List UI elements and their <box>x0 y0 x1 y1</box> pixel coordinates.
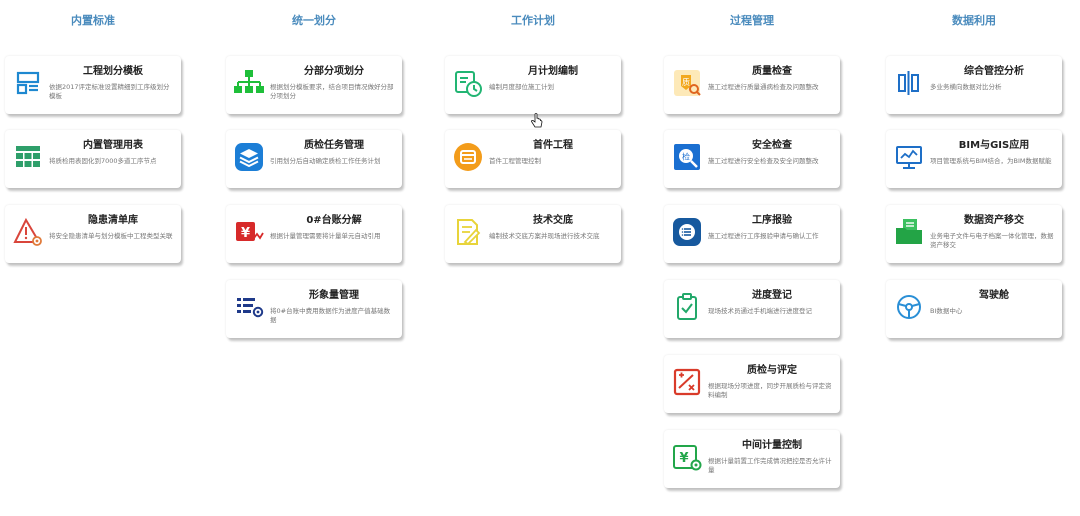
column-title: 过程管理 <box>730 14 774 27</box>
steering-wheel-icon <box>893 291 925 323</box>
card-desc: 编制月度部位施工计划 <box>489 83 554 91</box>
column-title: 工作计划 <box>511 14 555 27</box>
card-title: 工程划分模板 <box>83 66 143 77</box>
card-hazard-list[interactable]: 隐患清单库 将安全隐患清单与划分模板中工程类型关联 <box>5 205 181 263</box>
card-desc: 施工过程进行安全检查及安全问题整改 <box>708 157 819 165</box>
card-desc: 编制技术交底方案并现场进行技术交底 <box>489 232 600 240</box>
card-desc: 施工过程进行工序报验申请与确认工作 <box>708 232 819 240</box>
column-title: 数据利用 <box>952 14 996 27</box>
card-desc: BI数据中心 <box>930 307 963 315</box>
card-desc: 业务电子文件与电子档案一体化管理，数据资产移交 <box>930 232 1054 249</box>
card-title: 中间计量控制 <box>742 440 802 451</box>
card-data-asset-transfer[interactable]: 数据资产移交 业务电子文件与电子档案一体化管理，数据资产移交 <box>886 205 1062 263</box>
card-desc: 现场技术员通过手机端进行进度登记 <box>708 307 812 315</box>
card-qc-task[interactable]: 质检任务管理 引用划分后自动确定质检工作任务计划 <box>226 130 402 188</box>
card-desc: 多业务横向数据对比分析 <box>930 83 1002 91</box>
card-title: 质量检查 <box>752 66 792 77</box>
card-tech-briefing[interactable]: 技术交底 编制技术交底方案并现场进行技术交底 <box>445 205 621 263</box>
list-gear-icon <box>233 291 265 323</box>
card-title: 质检与评定 <box>747 365 797 376</box>
card-process-inspection[interactable]: 工序报验 施工过程进行工序报验申请与确认工作 <box>664 205 840 263</box>
card-desc: 根据现场分项进度，同步开展质检与评定资料编制 <box>708 382 832 399</box>
clipboard-check-icon <box>671 291 703 323</box>
evaluate-icon <box>671 366 703 398</box>
card-qc-evaluation[interactable]: 质检与评定 根据现场分项进度，同步开展质检与评定资料编制 <box>664 355 840 413</box>
card-desc: 将质检用表固化到7000多道工序节点 <box>49 157 157 165</box>
card-bim-gis[interactable]: BIM与GIS应用 项目管理系统与BIM结合，为BIM数据赋能 <box>886 130 1062 188</box>
card-title: 工序报验 <box>752 215 792 226</box>
card-title: 安全检查 <box>752 140 792 151</box>
card-desc: 根据划分模板要求，结合项目情况做好分部分项划分 <box>270 83 394 100</box>
template-layout-icon <box>12 67 44 99</box>
card-title: 驾驶舱 <box>979 290 1009 301</box>
card-monthly-plan[interactable]: 月计划编制 编制月度部位施工计划 <box>445 56 621 114</box>
card-desc: 项目管理系统与BIM结合，为BIM数据赋能 <box>930 157 1052 165</box>
columns-compare-icon <box>893 67 925 99</box>
card-title: 质检任务管理 <box>304 140 364 151</box>
warning-gear-icon <box>12 216 44 248</box>
monitor-chart-icon <box>893 141 925 173</box>
card-title: 内置管理用表 <box>83 140 143 151</box>
card-builtin-forms[interactable]: 内置管理用表 将质检用表固化到7000多道工序节点 <box>5 130 181 188</box>
inspect-search-icon: 检 <box>671 141 703 173</box>
card-ledger-breakdown[interactable]: ¥ 0#台账分解 根据计量管理需要将计量单元自动引用 <box>226 205 402 263</box>
card-title: 进度登记 <box>752 290 792 301</box>
card-title: 综合管控分析 <box>964 66 1024 77</box>
card-desc: 首件工程管理控制 <box>489 157 541 165</box>
yuan-gear-icon: ¥ <box>671 441 703 473</box>
window-badge-icon <box>452 141 484 173</box>
card-engineering-template[interactable]: 工程划分模板 依据2017评定标准设置精细到工序级划分模板 <box>5 56 181 114</box>
card-desc: 施工过程进行质量通病检查及问题整改 <box>708 83 819 91</box>
quality-shield-icon: 质 <box>671 67 703 99</box>
card-cockpit[interactable]: 驾驶舱 BI数据中心 <box>886 280 1062 338</box>
svg-text:检: 检 <box>682 152 690 162</box>
card-image-quantity[interactable]: 形象量管理 将0#台账中费用数据作为进度产值基础数据 <box>226 280 402 338</box>
layers-icon <box>233 141 265 173</box>
card-title: 首件工程 <box>533 140 573 151</box>
card-desc: 引用划分后自动确定质检工作任务计划 <box>270 157 381 165</box>
card-title: 月计划编制 <box>528 66 578 77</box>
hand-cursor-icon <box>530 113 544 131</box>
yuan-ledger-icon: ¥ <box>233 216 265 248</box>
column-title: 统一划分 <box>292 14 336 27</box>
folder-docs-icon <box>893 216 925 248</box>
document-pen-icon <box>452 216 484 248</box>
card-title: 分部分项划分 <box>304 66 364 77</box>
calendar-clock-icon <box>452 67 484 99</box>
card-intermediate-measurement[interactable]: ¥ 中间计量控制 根据计量前置工作完成情况把控是否允许计量 <box>664 430 840 488</box>
card-desc: 将0#台账中费用数据作为进度产值基础数据 <box>270 307 391 324</box>
card-title: 0#台账分解 <box>306 215 362 226</box>
svg-text:质: 质 <box>682 77 690 87</box>
process-report-icon <box>671 216 703 248</box>
card-division[interactable]: 分部分项划分 根据划分模板要求，结合项目情况做好分部分项划分 <box>226 56 402 114</box>
card-desc: 根据计量前置工作完成情况把控是否允许计量 <box>708 457 832 474</box>
card-desc: 根据计量管理需要将计量单元自动引用 <box>270 232 381 240</box>
card-quality-check[interactable]: 质 质量检查 施工过程进行质量通病检查及问题整改 <box>664 56 840 114</box>
card-title: BIM与GIS应用 <box>958 140 1030 151</box>
card-safety-check[interactable]: 检 安全检查 施工过程进行安全检查及安全问题整改 <box>664 130 840 188</box>
svg-text:¥: ¥ <box>241 226 250 241</box>
card-title: 隐患清单库 <box>88 215 138 226</box>
table-grid-icon <box>12 141 44 173</box>
org-tree-icon <box>233 67 265 99</box>
card-first-item[interactable]: 首件工程 首件工程管理控制 <box>445 130 621 188</box>
card-comprehensive-analysis[interactable]: 综合管控分析 多业务横向数据对比分析 <box>886 56 1062 114</box>
svg-text:¥: ¥ <box>679 451 688 466</box>
card-title: 技术交底 <box>533 215 573 226</box>
card-title: 数据资产移交 <box>964 215 1024 226</box>
card-title: 形象量管理 <box>309 290 359 301</box>
card-progress-register[interactable]: 进度登记 现场技术员通过手机端进行进度登记 <box>664 280 840 338</box>
column-title: 内置标准 <box>71 14 115 27</box>
card-desc: 依据2017评定标准设置精细到工序级划分模板 <box>49 83 170 100</box>
card-desc: 将安全隐患清单与划分模板中工程类型关联 <box>49 232 173 240</box>
